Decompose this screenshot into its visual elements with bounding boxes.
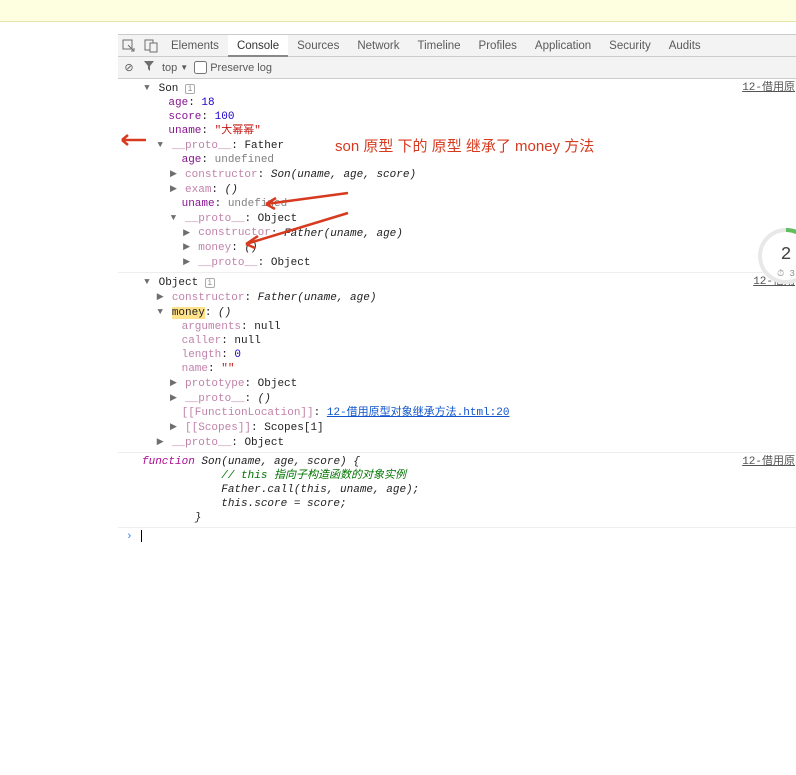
function-source: function Son(uname, age, score) { // thi… [142, 455, 796, 525]
devtools-panel: Elements Console Sources Network Timelin… [118, 34, 796, 775]
expand-arrow-icon[interactable]: ▶ [182, 226, 192, 240]
tab-application[interactable]: Application [526, 35, 600, 57]
preserve-log-input[interactable] [194, 61, 207, 74]
tab-security[interactable]: Security [600, 35, 660, 57]
log-entry: 12-借用原 function Son(uname, age, score) {… [118, 453, 796, 528]
console-filterbar: ⊘ top ▼ Preserve log [118, 57, 796, 79]
expand-arrow-icon[interactable]: ▶ [168, 376, 178, 390]
chevron-down-icon: ▼ [180, 63, 188, 72]
tab-timeline[interactable]: Timeline [409, 35, 470, 57]
expand-arrow-icon[interactable]: ▼ [155, 305, 165, 319]
expand-arrow-icon[interactable]: ▶ [168, 420, 178, 434]
object-tree[interactable]: ▼ Son i age: 18 score: 100 uname: "大幂幂" … [142, 81, 796, 270]
context-label: top [162, 62, 177, 74]
source-link[interactable]: 12-借用原 [742, 81, 795, 95]
function-location-link[interactable]: 12-借用原型对象继承方法.html:20 [327, 407, 510, 419]
svg-text:⏱ 3: ⏱ 3 [777, 269, 795, 279]
expand-arrow-icon[interactable]: ▶ [182, 240, 192, 254]
expand-arrow-icon[interactable]: ▶ [168, 182, 178, 196]
tab-console[interactable]: Console [228, 35, 288, 57]
expand-arrow-icon[interactable]: ▶ [168, 391, 178, 405]
tab-profiles[interactable]: Profiles [470, 35, 526, 57]
info-icon[interactable]: i [185, 84, 195, 94]
expand-arrow-icon[interactable]: ▶ [155, 290, 165, 304]
gauge-value: 2 [781, 245, 792, 265]
inspect-icon[interactable] [118, 35, 140, 57]
tab-elements[interactable]: Elements [162, 35, 228, 57]
device-icon[interactable] [140, 35, 162, 57]
clear-console-icon[interactable]: ⊘ [122, 61, 136, 74]
expand-arrow-icon[interactable]: ▶ [182, 255, 192, 269]
expand-arrow-icon[interactable]: ▶ [155, 435, 165, 449]
expand-arrow-icon[interactable]: ▼ [142, 275, 152, 289]
devtools-tabs: Elements Console Sources Network Timelin… [118, 35, 796, 57]
page-banner [0, 0, 796, 22]
filter-icon[interactable] [142, 61, 156, 74]
console-prompt[interactable] [118, 528, 796, 546]
context-selector[interactable]: top ▼ [162, 62, 188, 74]
source-link[interactable]: 12-借用原 [742, 455, 795, 469]
expand-arrow-icon[interactable]: ▼ [155, 138, 165, 152]
info-icon[interactable]: i [205, 278, 215, 288]
console-output: 12-借用原 ▼ Son i age: 18 score: 100 uname:… [118, 79, 796, 775]
expand-arrow-icon[interactable]: ▶ [168, 167, 178, 181]
preserve-log-checkbox[interactable]: Preserve log [194, 61, 272, 74]
expand-arrow-icon[interactable]: ▼ [168, 211, 178, 225]
log-entry: 12-借用原 ▼ Son i age: 18 score: 100 uname:… [118, 79, 796, 273]
tab-sources[interactable]: Sources [288, 35, 348, 57]
tab-audits[interactable]: Audits [660, 35, 710, 57]
gauge-widget: 2 ⏱ 3 [756, 226, 796, 286]
expand-arrow-icon[interactable]: ▼ [142, 81, 152, 95]
tab-network[interactable]: Network [348, 35, 408, 57]
object-tree[interactable]: ▼ Object i ▶ constructor: Father(uname, … [142, 275, 796, 449]
preserve-log-label: Preserve log [210, 62, 272, 74]
log-entry: 12-借用 ▼ Object i ▶ constructor: Father(u… [118, 273, 796, 452]
